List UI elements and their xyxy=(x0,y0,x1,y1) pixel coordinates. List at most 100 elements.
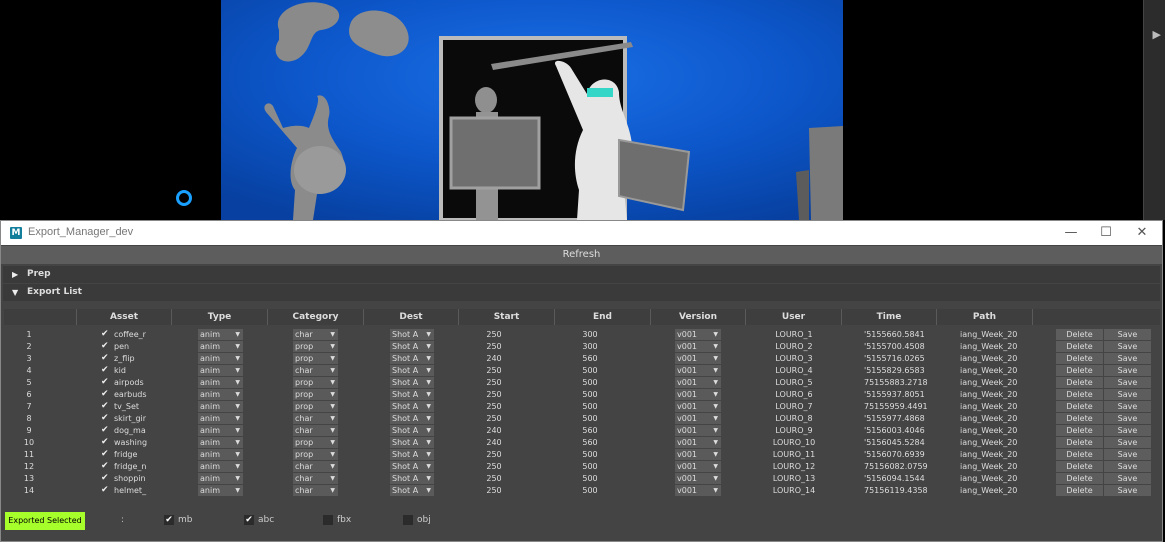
asset-checkbox[interactable]: ✔ xyxy=(101,414,110,423)
save-button[interactable]: Save xyxy=(1104,413,1151,424)
version-dropdown[interactable]: v001 ▼ xyxy=(675,425,721,436)
dest-dropdown[interactable]: Shot A ▼ xyxy=(390,461,434,472)
delete-button[interactable]: Delete xyxy=(1056,365,1103,376)
category-dropdown[interactable]: prop ▼ xyxy=(293,449,338,460)
window-titlebar[interactable]: M Export_Manager_dev — ☐ ✕ xyxy=(1,221,1162,245)
save-button[interactable]: Save xyxy=(1104,329,1151,340)
column-header-dest[interactable]: Dest xyxy=(364,309,459,325)
asset-checkbox[interactable]: ✔ xyxy=(101,354,110,363)
category-dropdown[interactable]: char ▼ xyxy=(293,425,338,436)
version-dropdown[interactable]: v001 ▼ xyxy=(675,413,721,424)
format-checkbox[interactable] xyxy=(403,515,413,525)
version-dropdown[interactable]: v001 ▼ xyxy=(675,365,721,376)
save-button[interactable]: Save xyxy=(1104,377,1151,388)
version-dropdown[interactable]: v001 ▼ xyxy=(675,461,721,472)
format-option-obj[interactable]: obj xyxy=(403,515,443,526)
type-dropdown[interactable]: anim ▼ xyxy=(198,353,243,364)
version-dropdown[interactable]: v001 ▼ xyxy=(675,353,721,364)
type-dropdown[interactable]: anim ▼ xyxy=(198,341,243,352)
save-button[interactable]: Save xyxy=(1104,425,1151,436)
prep-section-header[interactable]: ▶ Prep xyxy=(3,266,1160,283)
asset-checkbox[interactable]: ✔ xyxy=(101,426,110,435)
format-checkbox[interactable] xyxy=(323,515,333,525)
category-dropdown[interactable]: char ▼ xyxy=(293,473,338,484)
asset-checkbox[interactable]: ✔ xyxy=(101,330,110,339)
dest-dropdown[interactable]: Shot A ▼ xyxy=(390,353,434,364)
chevron-right-icon[interactable]: ▶ xyxy=(1153,28,1161,41)
column-header-user[interactable]: User xyxy=(746,309,842,325)
category-dropdown[interactable]: char ▼ xyxy=(293,461,338,472)
save-button[interactable]: Save xyxy=(1104,473,1151,484)
column-header-path[interactable]: Path xyxy=(937,309,1033,325)
save-button[interactable]: Save xyxy=(1104,365,1151,376)
format-option-mb[interactable]: ✔ mb xyxy=(164,515,204,526)
format-option-abc[interactable]: ✔ abc xyxy=(244,515,284,526)
type-dropdown[interactable]: anim ▼ xyxy=(198,485,243,496)
dest-dropdown[interactable]: Shot A ▼ xyxy=(390,401,434,412)
save-button[interactable]: Save xyxy=(1104,389,1151,400)
type-dropdown[interactable]: anim ▼ xyxy=(198,473,243,484)
save-button[interactable]: Save xyxy=(1104,341,1151,352)
delete-button[interactable]: Delete xyxy=(1056,353,1103,364)
dest-dropdown[interactable]: Shot A ▼ xyxy=(390,485,434,496)
delete-button[interactable]: Delete xyxy=(1056,473,1103,484)
dest-dropdown[interactable]: Shot A ▼ xyxy=(390,473,434,484)
type-dropdown[interactable]: anim ▼ xyxy=(198,437,243,448)
type-dropdown[interactable]: anim ▼ xyxy=(198,425,243,436)
asset-checkbox[interactable]: ✔ xyxy=(101,402,110,411)
save-button[interactable]: Save xyxy=(1104,485,1151,496)
asset-checkbox[interactable]: ✔ xyxy=(101,486,110,495)
delete-button[interactable]: Delete xyxy=(1056,425,1103,436)
column-header-category[interactable]: Category xyxy=(268,309,364,325)
column-header-start[interactable]: Start xyxy=(459,309,555,325)
maximize-button[interactable]: ☐ xyxy=(1091,224,1121,242)
save-button[interactable]: Save xyxy=(1104,437,1151,448)
delete-button[interactable]: Delete xyxy=(1056,341,1103,352)
category-dropdown[interactable]: char ▼ xyxy=(293,485,338,496)
category-dropdown[interactable]: prop ▼ xyxy=(293,341,338,352)
category-dropdown[interactable]: char ▼ xyxy=(293,329,338,340)
version-dropdown[interactable]: v001 ▼ xyxy=(675,377,721,388)
save-button[interactable]: Save xyxy=(1104,461,1151,472)
version-dropdown[interactable]: v001 ▼ xyxy=(675,473,721,484)
asset-checkbox[interactable]: ✔ xyxy=(101,342,110,351)
type-dropdown[interactable]: anim ▼ xyxy=(198,401,243,412)
version-dropdown[interactable]: v001 ▼ xyxy=(675,437,721,448)
type-dropdown[interactable]: anim ▼ xyxy=(198,377,243,388)
version-dropdown[interactable]: v001 ▼ xyxy=(675,449,721,460)
delete-button[interactable]: Delete xyxy=(1056,377,1103,388)
format-checkbox[interactable]: ✔ xyxy=(244,515,254,525)
category-dropdown[interactable]: prop ▼ xyxy=(293,353,338,364)
type-dropdown[interactable]: anim ▼ xyxy=(198,413,243,424)
category-dropdown[interactable]: char ▼ xyxy=(293,365,338,376)
minimize-button[interactable]: — xyxy=(1056,224,1086,242)
delete-button[interactable]: Delete xyxy=(1056,461,1103,472)
delete-button[interactable]: Delete xyxy=(1056,401,1103,412)
dest-dropdown[interactable]: Shot A ▼ xyxy=(390,449,434,460)
type-dropdown[interactable]: anim ▼ xyxy=(198,365,243,376)
column-header-time[interactable]: Time xyxy=(842,309,937,325)
asset-checkbox[interactable]: ✔ xyxy=(101,390,110,399)
dest-dropdown[interactable]: Shot A ▼ xyxy=(390,377,434,388)
asset-checkbox[interactable]: ✔ xyxy=(101,474,110,483)
version-dropdown[interactable]: v001 ▼ xyxy=(675,329,721,340)
type-dropdown[interactable]: anim ▼ xyxy=(198,449,243,460)
delete-button[interactable]: Delete xyxy=(1056,413,1103,424)
version-dropdown[interactable]: v001 ▼ xyxy=(675,401,721,412)
delete-button[interactable]: Delete xyxy=(1056,485,1103,496)
version-dropdown[interactable]: v001 ▼ xyxy=(675,389,721,400)
column-header-type[interactable]: Type xyxy=(172,309,268,325)
category-dropdown[interactable]: char ▼ xyxy=(293,413,338,424)
delete-button[interactable]: Delete xyxy=(1056,329,1103,340)
column-header-asset[interactable]: Asset xyxy=(77,309,172,325)
dest-dropdown[interactable]: Shot A ▼ xyxy=(390,437,434,448)
dest-dropdown[interactable]: Shot A ▼ xyxy=(390,413,434,424)
delete-button[interactable]: Delete xyxy=(1056,389,1103,400)
close-button[interactable]: ✕ xyxy=(1127,224,1157,242)
dest-dropdown[interactable]: Shot A ▼ xyxy=(390,365,434,376)
format-option-fbx[interactable]: fbx xyxy=(323,515,363,526)
refresh-button[interactable]: Refresh xyxy=(1,246,1162,264)
category-dropdown[interactable]: prop ▼ xyxy=(293,389,338,400)
delete-button[interactable]: Delete xyxy=(1056,437,1103,448)
type-dropdown[interactable]: anim ▼ xyxy=(198,461,243,472)
